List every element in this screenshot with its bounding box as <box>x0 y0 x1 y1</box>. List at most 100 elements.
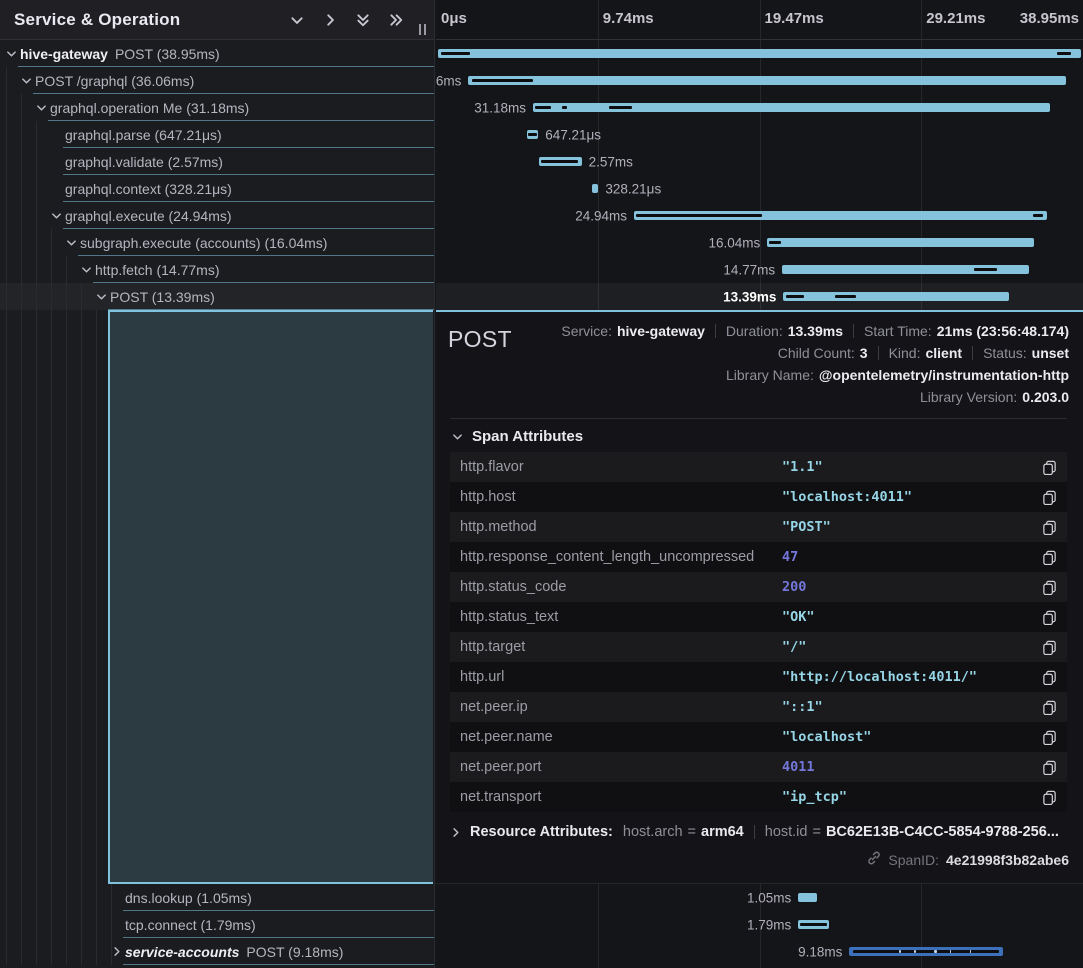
chevron-down-icon[interactable] <box>66 237 80 248</box>
timeline-row[interactable]: 1.79ms <box>436 911 1083 938</box>
attribute-row: http.flavor"1.1" <box>450 452 1067 482</box>
span-attributes-title: Span Attributes <box>472 428 583 445</box>
span-duration-bar[interactable] <box>533 103 1050 112</box>
span-duration-bar[interactable] <box>782 265 1029 274</box>
timeline-row[interactable]: 1.05ms <box>436 884 1083 911</box>
span-duration-label: 1.05ms <box>747 890 791 905</box>
span-duration-bar[interactable] <box>592 184 598 193</box>
chevron-down-icon[interactable] <box>51 210 65 221</box>
span-row[interactable]: graphql.parse (647.21μs) <box>0 121 434 148</box>
span-duration-label: 36.06ms <box>436 73 461 88</box>
expand-one-level-icon[interactable] <box>323 13 337 27</box>
operation-name: subgraph.execute (accounts) (16.04ms) <box>80 235 327 251</box>
copy-icon[interactable] <box>1042 760 1057 775</box>
attribute-key: http.status_code <box>460 579 782 595</box>
timeline-row[interactable]: 36.06ms <box>436 67 1083 94</box>
chevron-down-icon[interactable] <box>96 291 110 302</box>
attribute-key: http.target <box>460 639 782 655</box>
span-row[interactable]: service-accountsPOST (9.18ms) <box>0 938 434 965</box>
span-row[interactable]: graphql.context (328.21μs) <box>0 175 434 202</box>
meta-value: @opentelemetry/instrumentation-http <box>819 367 1069 383</box>
timeline-row[interactable]: 24.94ms <box>436 202 1083 229</box>
panel-resize-grip[interactable] <box>419 24 426 35</box>
meta-label: Library Version: <box>920 389 1017 405</box>
copy-icon[interactable] <box>1042 520 1057 535</box>
span-tree-panel: Service & Operation hive-gatewayPOST (38… <box>0 0 435 968</box>
chevron-down-icon <box>452 431 463 442</box>
copy-icon[interactable] <box>1042 490 1057 505</box>
attribute-key: net.peer.port <box>460 759 782 775</box>
span-duration-bar[interactable] <box>634 211 1047 220</box>
span-row[interactable]: tcp.connect (1.79ms) <box>0 911 434 938</box>
chevron-down-icon[interactable] <box>81 264 95 275</box>
chevron-right-icon[interactable] <box>111 946 125 957</box>
copy-icon[interactable] <box>1042 640 1057 655</box>
copy-icon[interactable] <box>1042 460 1057 475</box>
attribute-row: net.peer.ip"::1" <box>450 692 1067 722</box>
timeline-row[interactable]: 328.21μs <box>436 175 1083 202</box>
timeline-row[interactable]: 14.77ms <box>436 256 1083 283</box>
span-duration-bar[interactable] <box>798 893 817 902</box>
copy-icon[interactable] <box>1042 610 1057 625</box>
expand-all-icon[interactable] <box>389 13 403 27</box>
meta-value: 3 <box>860 345 868 361</box>
span-duration-bar[interactable] <box>767 238 1034 247</box>
ruler-tick: 9.74ms <box>598 10 654 27</box>
meta-value: 21ms (23:56:48.174) <box>937 323 1069 339</box>
span-attributes-accordion[interactable]: Span Attributes <box>448 419 1069 452</box>
span-row[interactable]: graphql.validate (2.57ms) <box>0 148 434 175</box>
attribute-value: 4011 <box>782 759 1042 775</box>
span-duration-bar[interactable] <box>783 292 1009 301</box>
timeline-row[interactable]: 31.18ms <box>436 94 1083 121</box>
copy-icon[interactable] <box>1042 700 1057 715</box>
timeline-row[interactable] <box>436 40 1083 67</box>
timeline-panel: 0μs9.74ms19.47ms29.21ms38.95ms 36.06ms31… <box>436 0 1083 968</box>
copy-icon[interactable] <box>1042 670 1057 685</box>
timeline-row[interactable]: 647.21μs <box>436 121 1083 148</box>
span-duration-bar[interactable] <box>539 157 582 166</box>
span-duration-bar[interactable] <box>849 947 1003 956</box>
span-row[interactable]: http.fetch (14.77ms) <box>0 256 434 283</box>
attribute-key: http.method <box>460 519 782 535</box>
span-row[interactable]: hive-gatewayPOST (38.95ms) <box>0 40 434 67</box>
copy-icon[interactable] <box>1042 580 1057 595</box>
timeline-row[interactable]: 16.04ms <box>436 229 1083 256</box>
ruler-tick: 29.21ms <box>921 10 985 27</box>
chevron-right-icon <box>450 827 464 838</box>
attribute-row: http.status_text"OK" <box>450 602 1067 632</box>
span-row[interactable]: graphql.execute (24.94ms) <box>0 202 434 229</box>
chevron-down-icon[interactable] <box>36 102 50 113</box>
span-tree-rows-top: hive-gatewayPOST (38.95ms)POST /graphql … <box>0 40 434 310</box>
copy-icon[interactable] <box>1042 730 1057 745</box>
span-row[interactable]: POST /graphql (36.06ms) <box>0 67 434 94</box>
timeline-row[interactable]: 2.57ms <box>436 148 1083 175</box>
link-icon[interactable] <box>867 851 881 868</box>
span-duration-label: 2.57ms <box>589 154 633 169</box>
chevron-down-icon[interactable] <box>21 75 35 86</box>
span-attributes-table: http.flavor"1.1"http.host"localhost:4011… <box>450 452 1067 812</box>
service-name: hive-gateway <box>20 46 108 62</box>
attribute-value: "localhost:4011" <box>782 489 1042 505</box>
operation-name: graphql.context (328.21μs) <box>65 181 232 197</box>
span-duration-bar[interactable] <box>468 76 1066 85</box>
span-duration-bar[interactable] <box>438 49 1081 58</box>
tree-header: Service & Operation <box>0 0 434 40</box>
resource-attributes-accordion[interactable]: Resource Attributes:host.arch=arm64host.… <box>450 824 1067 840</box>
span-row[interactable]: subgraph.execute (accounts) (16.04ms) <box>0 229 434 256</box>
chevron-down-icon[interactable] <box>6 48 20 59</box>
meta-value: 13.39ms <box>788 323 843 339</box>
collapse-one-level-icon[interactable] <box>290 13 304 27</box>
copy-icon[interactable] <box>1042 550 1057 565</box>
span-duration-bar[interactable] <box>798 920 829 929</box>
collapse-all-icon[interactable] <box>356 13 370 27</box>
copy-icon[interactable] <box>1042 790 1057 805</box>
span-id-row: SpanID: 4e21998f3b82abe6 <box>448 851 1069 868</box>
operation-name: http.fetch (14.77ms) <box>95 262 220 278</box>
timeline-row[interactable]: 13.39ms <box>436 283 1083 310</box>
span-duration-bar[interactable] <box>527 130 539 139</box>
span-row[interactable]: graphql.operation Me (31.18ms) <box>0 94 434 121</box>
timeline-row[interactable]: 9.18ms <box>436 938 1083 965</box>
span-row[interactable]: POST (13.39ms) <box>0 283 434 310</box>
span-row[interactable]: dns.lookup (1.05ms) <box>0 884 434 911</box>
attribute-key: http.status_text <box>460 609 782 625</box>
